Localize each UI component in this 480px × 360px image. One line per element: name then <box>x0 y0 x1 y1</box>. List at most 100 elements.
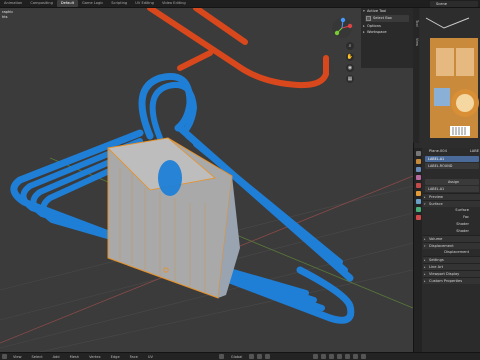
workspace-tab-compositing[interactable]: Compositing <box>26 0 57 7</box>
tool-settings-panel: ▾ Active Tool Select Box ▸ Options ▸ Wor… <box>361 8 413 68</box>
workspace-tab-animation[interactable]: Animation <box>0 0 26 7</box>
viewport-display-label: Viewport Display <box>429 272 460 276</box>
overlay-icon[interactable] <box>328 354 334 359</box>
shader-row-2[interactable]: Shader <box>423 228 480 235</box>
assign-button[interactable]: Assign <box>425 179 479 185</box>
shader-label-1: Shader <box>456 222 469 226</box>
menu-add[interactable]: Add <box>48 355 65 359</box>
properties-tab-column <box>414 148 422 352</box>
settings-label: Settings <box>429 258 444 262</box>
sidebar-tab-strip: Tool View <box>413 8 419 143</box>
volume-panel-header[interactable]: ▸ Volume <box>423 235 480 242</box>
expand-triangle-icon: ▸ <box>424 279 426 283</box>
settings-panel-header[interactable]: ▸ Settings <box>423 256 480 263</box>
select-box-label: Select Box <box>373 16 392 20</box>
active-tool-header[interactable]: ▾ Active Tool <box>361 8 413 14</box>
select-box-button[interactable]: Select Box <box>365 15 409 22</box>
surface-panel-header[interactable]: ▾ Surface <box>423 200 480 207</box>
object-properties-icon[interactable] <box>415 191 421 196</box>
workspace-tab-scripting[interactable]: Scripting <box>107 0 131 7</box>
menu-select[interactable]: Select <box>27 355 48 359</box>
workspace-tab-game-logic[interactable]: Game Logic <box>78 0 107 7</box>
displacement-panel-header[interactable]: ▾ Displacement <box>423 242 480 249</box>
material-slot-2[interactable]: LABEL.ROUND <box>425 163 479 169</box>
menu-face[interactable]: Face <box>125 355 143 359</box>
3d-viewport[interactable]: raphic hts ⌕ ✋ ◉ ▦ ▾ Active Tool Select … <box>0 8 413 352</box>
viewport-header-text: raphic hts <box>0 8 15 22</box>
preview-panel-header[interactable]: ▸ Preview <box>423 193 480 200</box>
perspective-toggle-icon[interactable]: ▦ <box>346 75 354 83</box>
scene-properties-icon[interactable] <box>415 175 421 180</box>
scene-label: Scene <box>436 2 447 6</box>
displacement-label: Displacement <box>429 244 454 248</box>
transform-orientation-dropdown[interactable]: Global <box>226 355 247 359</box>
object-name-row: Plane.004 LABE <box>423 148 480 155</box>
menu-mesh[interactable]: Mesh <box>65 355 84 359</box>
line-art-label: Line Art <box>429 265 443 269</box>
tool-properties-icon[interactable] <box>415 151 421 156</box>
viewport-footer-bar: View Select Add Mesh Vertex Edge Face UV… <box>0 352 480 360</box>
render-properties-icon[interactable] <box>415 159 421 164</box>
displacement-row[interactable]: Displacement <box>423 249 480 256</box>
preview-thumbnail <box>420 8 480 148</box>
workspace-tab-uv-editing[interactable]: UV Editing <box>131 0 158 7</box>
scene-selector[interactable]: Scene <box>430 1 478 7</box>
material-name-field[interactable]: LABEL.A1 <box>425 186 479 192</box>
volume-label: Volume <box>429 237 443 241</box>
expand-triangle-icon: ▸ <box>363 30 365 34</box>
fac-label: Fac <box>463 215 469 219</box>
menu-uv[interactable]: UV <box>143 355 158 359</box>
orange-hanger <box>147 8 329 89</box>
menu-view[interactable]: View <box>8 355 27 359</box>
tab-tool[interactable]: Tool <box>413 20 419 27</box>
line-art-panel-header[interactable]: ▸ Line Art <box>423 263 480 270</box>
navigation-gizmo[interactable] <box>331 17 353 39</box>
shading-material-icon[interactable] <box>352 354 358 359</box>
custom-properties-label: Custom Properties <box>429 279 463 283</box>
shader-label-2: Shader <box>456 229 469 233</box>
output-properties-icon[interactable] <box>415 167 421 172</box>
zoom-icon[interactable]: ⌕ <box>346 42 354 50</box>
visibility-icon[interactable] <box>312 354 318 359</box>
surface-value: Surface <box>455 208 469 212</box>
workspace-tab-video-editing[interactable]: Video Editing <box>158 0 190 7</box>
menu-vertex[interactable]: Vertex <box>84 355 106 359</box>
snap-icon[interactable] <box>256 354 262 359</box>
active-tool-label: Active Tool <box>367 9 387 13</box>
fac-row[interactable]: Fac <box>423 214 480 221</box>
render-preview-area[interactable] <box>413 8 480 148</box>
editor-type-icon[interactable] <box>1 354 7 359</box>
properties-body: Plane.004 LABE LABEL.A1 LABEL.ROUND Assi… <box>423 148 480 284</box>
world-properties-icon[interactable] <box>415 183 421 188</box>
viewport-header-line-2: hts <box>2 15 8 19</box>
properties-editor: Plane.004 LABE LABEL.A1 LABEL.ROUND Assi… <box>413 148 480 352</box>
material-slot-1[interactable]: LABEL.A1 <box>425 156 479 162</box>
select-box-icon <box>366 16 371 21</box>
object-data-name: LABE <box>469 149 479 153</box>
camera-view-icon[interactable]: ◉ <box>346 64 354 72</box>
shader-row-1[interactable]: Shader <box>423 221 480 228</box>
surface-label: Surface <box>429 202 443 206</box>
shading-solid-icon[interactable] <box>344 354 350 359</box>
collapse-triangle-icon: ▾ <box>363 9 365 13</box>
workspace-label: Workspace <box>367 30 387 34</box>
menu-edge[interactable]: Edge <box>106 355 125 359</box>
viewport-display-panel-header[interactable]: ▸ Viewport Display <box>423 270 480 277</box>
options-label: Options <box>367 24 381 28</box>
pan-hand-icon[interactable]: ✋ <box>346 53 354 61</box>
pivot-point-icon[interactable] <box>248 354 254 359</box>
gizmo-icon[interactable] <box>320 354 326 359</box>
material-properties-icon[interactable] <box>415 215 421 220</box>
surface-shader-row[interactable]: Surface <box>423 207 480 214</box>
custom-properties-panel-header[interactable]: ▸ Custom Properties <box>423 277 480 284</box>
shading-rendered-icon[interactable] <box>360 354 366 359</box>
xray-icon[interactable] <box>336 354 342 359</box>
data-properties-icon[interactable] <box>415 207 421 212</box>
tab-view[interactable]: View <box>413 38 419 46</box>
workspace-header[interactable]: ▸ Workspace <box>361 29 413 35</box>
object-name: Plane.004 <box>429 149 447 153</box>
proportional-edit-icon[interactable] <box>264 354 270 359</box>
workspace-tab-default[interactable]: Default <box>56 0 78 7</box>
modifier-properties-icon[interactable] <box>415 199 421 204</box>
transform-orientation-icon[interactable] <box>219 354 225 359</box>
